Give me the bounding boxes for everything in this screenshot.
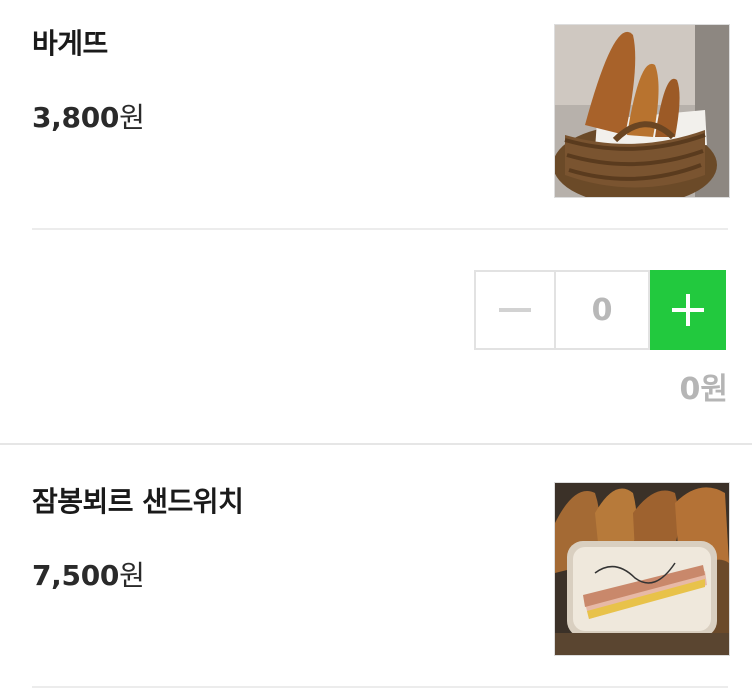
product-image[interactable] xyxy=(554,24,730,198)
plus-icon xyxy=(672,294,704,326)
price-unit: 원 xyxy=(119,559,145,592)
product-image[interactable] xyxy=(554,482,730,656)
decrease-button[interactable] xyxy=(474,270,554,350)
product-price: 3,800원 xyxy=(32,96,145,136)
product-card-baguette[interactable]: 바게뜨 3,800원 xyxy=(0,0,752,230)
jambon-beurre-sandwich-photo-icon xyxy=(555,483,729,655)
price-amount: 3,800 xyxy=(32,101,120,134)
product-price: 7,500원 xyxy=(32,554,145,594)
price-unit: 원 xyxy=(119,101,145,134)
price-amount: 7,500 xyxy=(32,559,120,592)
subtotal-price: 0원 xyxy=(679,372,728,407)
divider xyxy=(32,228,728,230)
increase-button[interactable] xyxy=(650,270,726,350)
product-name: 잠봉뵈르 샌드위치 xyxy=(32,485,244,518)
product-card-jambon-beurre[interactable]: 잠봉뵈르 샌드위치 7,500원 xyxy=(0,460,752,696)
product-name: 바게뜨 xyxy=(32,27,108,60)
quantity-value[interactable]: 0 xyxy=(554,270,650,350)
section-divider xyxy=(0,443,752,445)
divider xyxy=(32,686,728,688)
minus-icon xyxy=(499,308,531,312)
baguette-basket-photo-icon xyxy=(555,25,729,197)
quantity-stepper[interactable]: 0 xyxy=(474,270,726,350)
